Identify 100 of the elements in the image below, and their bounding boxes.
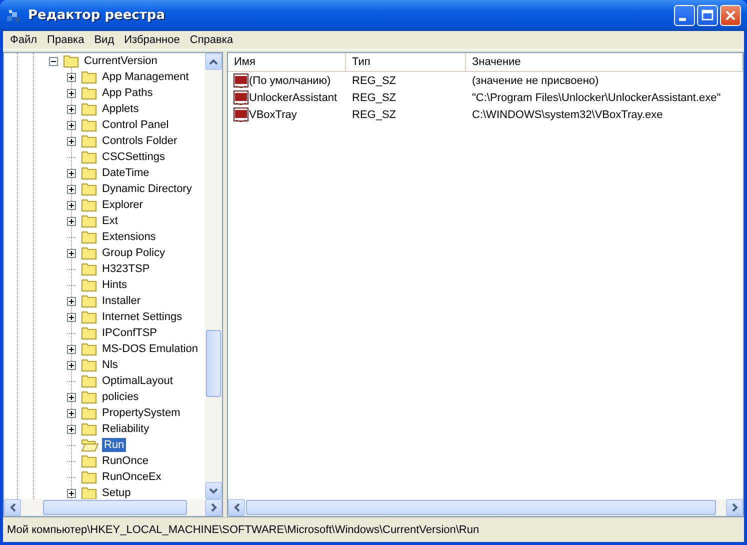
expand-icon[interactable] <box>67 248 76 258</box>
menu-item[interactable]: Правка <box>42 34 90 46</box>
folder-icon <box>81 230 97 244</box>
table-cell-text: REG_SZ <box>351 92 398 104</box>
scroll-thumb[interactable] <box>246 500 716 515</box>
tree-item[interactable]: Installer <box>100 294 143 308</box>
menu-item[interactable]: Справка <box>184 34 238 46</box>
close-button[interactable] <box>720 5 741 26</box>
expand-icon[interactable] <box>67 216 76 226</box>
tree-item[interactable]: Internet Settings <box>100 310 184 324</box>
folder-icon <box>81 294 97 308</box>
expand-icon[interactable] <box>67 360 76 370</box>
tree-item[interactable]: Reliability <box>100 422 152 436</box>
tree-item[interactable]: MS-DOS Emulation <box>100 342 200 356</box>
folder-icon <box>81 198 97 212</box>
tree-item[interactable]: Explorer <box>100 198 145 212</box>
expand-icon[interactable] <box>67 392 76 402</box>
minimize-button[interactable] <box>674 5 695 26</box>
tree-item[interactable]: Controls Folder <box>100 134 180 148</box>
tree-item[interactable]: DateTime <box>100 166 152 180</box>
horizontal-scrollbar[interactable] <box>4 499 222 516</box>
folder-icon <box>81 182 97 196</box>
expand-icon[interactable] <box>67 88 76 98</box>
tree-item[interactable]: Dynamic Directory <box>100 182 194 196</box>
folder-icon <box>81 262 97 276</box>
folder-icon <box>81 246 97 260</box>
folder-icon <box>81 374 97 388</box>
table-cell: VBoxTray <box>249 108 297 120</box>
tree-item[interactable]: RunOnceEx <box>100 470 164 484</box>
tree-item[interactable]: policies <box>100 390 141 404</box>
expand-icon[interactable] <box>67 72 76 82</box>
tree-item[interactable]: Applets <box>100 102 141 116</box>
folder-icon <box>81 86 97 100</box>
open-folder-icon <box>81 438 99 452</box>
status-bar: Мой компьютер\HKEY_LOCAL_MACHINE\SOFTWARE\Microsoft\Windows\CurrentVersion\Run <box>3 517 744 542</box>
horizontal-scrollbar[interactable] <box>228 499 743 516</box>
expand-icon[interactable] <box>67 120 76 130</box>
expand-icon[interactable] <box>67 136 76 146</box>
tree-item[interactable]: PropertySystem <box>100 406 182 420</box>
expand-icon[interactable] <box>67 488 76 498</box>
menu-item[interactable]: Файл <box>5 34 42 46</box>
collapse-icon[interactable] <box>49 56 58 66</box>
table-cell-text: (значение не присвоено) <box>471 74 600 86</box>
expand-icon[interactable] <box>67 296 76 306</box>
expand-icon[interactable] <box>67 408 76 418</box>
expand-icon[interactable] <box>67 184 76 194</box>
scroll-thumb[interactable] <box>206 330 221 398</box>
folder-icon <box>81 118 97 132</box>
expand-icon[interactable] <box>67 200 76 210</box>
registry-icon <box>6 8 22 24</box>
folder-icon <box>81 166 97 180</box>
table-cell-text: C:\WINDOWS\system32\VBoxTray.exe <box>471 108 664 120</box>
menu-item[interactable]: Вид <box>89 34 120 46</box>
column-header[interactable]: Имя <box>228 53 346 71</box>
tree-item[interactable]: RunOnce <box>100 454 150 468</box>
tree-item[interactable]: Extensions <box>100 230 158 244</box>
maximize-button[interactable] <box>697 5 718 26</box>
folder-icon <box>81 406 97 420</box>
tree-item[interactable]: Hints <box>100 278 130 292</box>
expand-icon[interactable] <box>67 168 76 178</box>
tree-item[interactable]: Group Policy <box>100 246 167 260</box>
tree-item[interactable]: App Paths <box>100 86 155 100</box>
menu-item[interactable]: Избранное <box>119 34 185 46</box>
expand-icon[interactable] <box>67 424 76 434</box>
folder-icon <box>81 422 97 436</box>
tree-item[interactable]: App Management <box>100 70 191 84</box>
scroll-thumb[interactable] <box>43 500 187 515</box>
string-value-icon <box>233 90 249 106</box>
tree-item[interactable]: H323TSP <box>100 262 152 276</box>
folder-icon <box>81 214 97 228</box>
tree-item[interactable]: Control Panel <box>100 118 171 132</box>
table-cell-text: "C:\Program Files\Unlocker\UnlockerAssistant.exe" <box>471 92 722 104</box>
tree-item[interactable]: CSCSettings <box>100 150 167 164</box>
tree-item[interactable]: CurrentVersion <box>82 54 160 68</box>
column-header[interactable]: Значение <box>466 53 743 71</box>
folder-icon <box>81 310 97 324</box>
folder-icon <box>81 134 97 148</box>
folder-icon <box>81 470 97 484</box>
window-title: Редактор реестра <box>28 8 166 23</box>
vertical-scrollbar[interactable] <box>205 53 222 499</box>
tree-item[interactable]: OptimalLayout <box>100 374 175 388</box>
expand-icon[interactable] <box>67 344 76 354</box>
folder-icon <box>81 150 97 164</box>
folder-icon <box>63 54 79 68</box>
expand-icon[interactable] <box>67 312 76 322</box>
folder-icon <box>81 342 97 356</box>
folder-icon <box>81 358 97 372</box>
table-cell: UnlockerAssistant <box>249 92 338 104</box>
expand-icon[interactable] <box>67 104 76 114</box>
folder-icon <box>81 390 97 404</box>
tree-item[interactable]: Run <box>102 438 126 452</box>
tree-item[interactable]: Setup <box>100 486 133 499</box>
table-cell-text: REG_SZ <box>351 74 398 86</box>
folder-icon <box>81 454 97 468</box>
column-header[interactable]: Тип <box>346 53 466 71</box>
tree-item[interactable]: Nls <box>100 358 120 372</box>
table-cell-text: REG_SZ <box>351 108 398 120</box>
tree-item[interactable]: IPConfTSP <box>100 326 160 340</box>
tree-item[interactable]: Ext <box>100 214 120 228</box>
table-cell: (По умолчанию) <box>249 74 331 86</box>
